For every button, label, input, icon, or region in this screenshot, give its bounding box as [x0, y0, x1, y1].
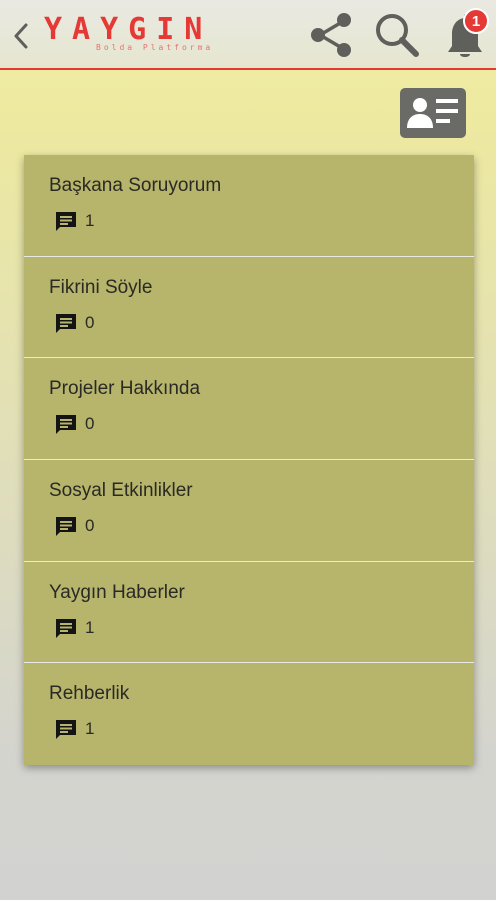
topic-item[interactable]: Başkana Soruyorum 1: [24, 155, 474, 257]
topic-meta: 1: [54, 717, 94, 741]
topic-list: Başkana Soruyorum 1 Fikrini Söyle 0 Proj…: [24, 155, 474, 765]
app-logo: YAYGIN Bolda Platforma: [44, 10, 224, 58]
topic-meta: 0: [54, 412, 94, 436]
topic-meta: 0: [54, 311, 94, 335]
logo-subtitle: Bolda Platforma: [96, 43, 214, 52]
chevron-left-icon: [14, 23, 28, 49]
comment-icon: [56, 415, 76, 435]
topic-title: Başkana Soruyorum: [49, 175, 222, 196]
comment-count: 1: [85, 617, 95, 637]
comment-icon: [56, 618, 76, 638]
topic-title: Projeler Hakkında: [49, 378, 201, 400]
comment-icon: [56, 517, 76, 537]
back-button[interactable]: [6, 16, 36, 56]
comment-count: 0: [85, 312, 95, 332]
topic-meta: 1: [54, 209, 94, 233]
topic-item[interactable]: Rehberlik 1: [24, 663, 474, 765]
topic-title: Rehberlik: [49, 683, 130, 705]
topic-title: Fikrini Söyle: [49, 276, 153, 298]
comment-count: 1: [85, 211, 95, 230]
contact-card-icon: [407, 98, 458, 128]
comment-icon: [56, 720, 76, 740]
share-icon: [311, 13, 351, 57]
notification-badge: 1: [463, 8, 489, 34]
share-button[interactable]: [306, 10, 356, 60]
logo-text: YAYGIN: [44, 12, 213, 47]
comment-count: 1: [85, 719, 95, 739]
topic-meta: 0: [54, 514, 94, 538]
comment-icon: [56, 313, 76, 333]
topic-title: Sosyal Etkinlikler: [49, 480, 193, 502]
search-button[interactable]: [372, 10, 422, 60]
comment-count: 0: [85, 414, 95, 434]
app-bar: YAYGIN Bolda Platforma 1: [0, 0, 496, 70]
notifications-button[interactable]: 1: [440, 8, 490, 62]
topic-meta: 1: [54, 616, 94, 640]
topic-item[interactable]: Yaygın Haberler 1: [24, 562, 474, 664]
comment-count: 0: [85, 516, 95, 536]
topic-item[interactable]: Fikrini Söyle 0: [24, 257, 474, 359]
profile-card-button[interactable]: [400, 88, 466, 138]
comment-icon: [56, 212, 76, 231]
topic-item[interactable]: Projeler Hakkında 0: [24, 358, 474, 461]
topic-item[interactable]: Sosyal Etkinlikler 0: [24, 460, 474, 562]
search-icon: [376, 14, 419, 57]
topic-title: Yaygın Haberler: [49, 581, 185, 603]
